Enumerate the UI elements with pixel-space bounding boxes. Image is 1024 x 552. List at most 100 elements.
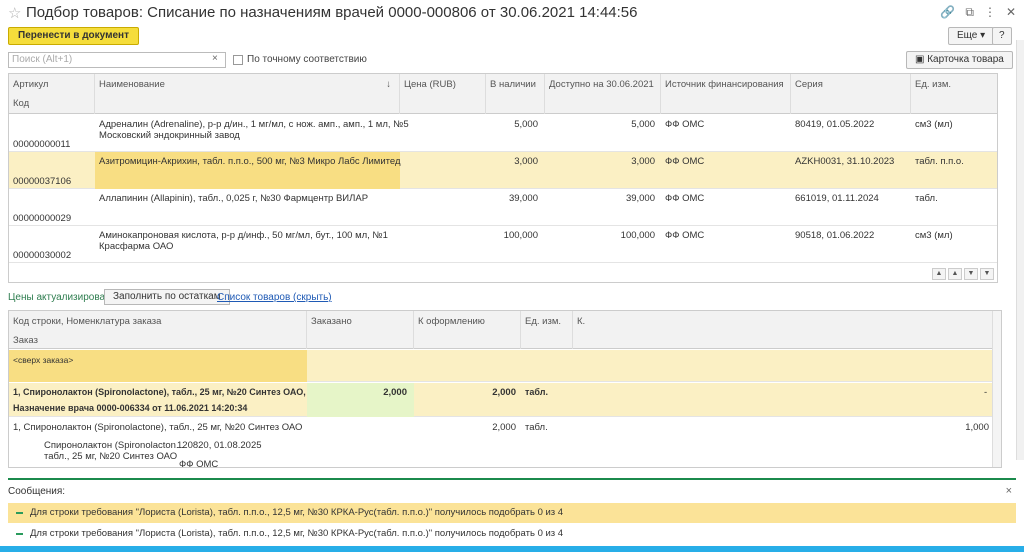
col-unit[interactable]: Ед. изм. [911, 74, 997, 114]
transfer-button[interactable]: Перенести в документ [8, 27, 139, 45]
group-unit: табл. [525, 387, 548, 397]
products-table-header: Артикул Код Наименование ↓ Цена (RUB) В на… [9, 74, 997, 114]
table-row[interactable]: Аллапинин (Allapinin), табл., 0,025 г, №… [9, 189, 997, 226]
row-stock: 3,000 [514, 156, 538, 167]
group-toform: 2,000 [492, 387, 516, 398]
row-unit: см3 (мл) [915, 119, 953, 130]
col-finance[interactable]: Источник финансирования [661, 74, 791, 114]
group-name: 1, Спиронолактон (Spironolactone), табл.… [13, 387, 341, 397]
messages-close-icon[interactable]: × [1006, 485, 1012, 497]
toolbar: Перенести в документ Еще ▾ ? [0, 26, 1024, 48]
clear-search-icon[interactable]: × [212, 53, 218, 64]
order-group-row[interactable]: 1, Спиронолактон (Spironolactone), табл.… [9, 383, 994, 417]
row-unit: табл. [915, 193, 938, 204]
row-stock: 39,000 [508, 193, 538, 204]
col-name[interactable]: Наименование ↓ [95, 74, 400, 114]
detail-series: 120820, 01.08.2025 [177, 440, 262, 451]
fill-by-stock-button[interactable]: Заполнить по остаткам [104, 289, 230, 305]
order-table-scrollbar[interactable] [992, 311, 1001, 467]
favorite-star-icon[interactable]: ☆ [8, 4, 21, 22]
row-finance: ФФ ОМС [665, 119, 705, 130]
card-icon: ▣ [915, 54, 925, 65]
row-code: 00000000029 [13, 213, 72, 224]
link-icon[interactable]: 🔗 [940, 5, 955, 20]
detail-finance: ФФ ОМС [179, 459, 219, 468]
group-ordered: 2,000 [383, 387, 407, 398]
window-title: Подбор товаров: Списание по назначениям … [26, 4, 638, 21]
message-item[interactable]: Для строки требования "Лориста (Lorista)… [8, 524, 1016, 544]
message-item[interactable]: Для строки требования "Лориста (Lorista)… [8, 503, 1016, 523]
col-available[interactable]: Доступно на 30.06.2021 [545, 74, 661, 114]
detail-unit: табл. [525, 422, 548, 433]
scroll-bottom-icon[interactable]: ▼ [980, 268, 994, 280]
col-line[interactable]: Код строки, Номенклатура заказа Заказ [9, 311, 307, 349]
table-row[interactable]: Аминокапроновая кислота, р-р д/инф., 50 … [9, 226, 997, 263]
row-maker: Московский эндокринный завод [99, 130, 240, 141]
toggle-list-link[interactable]: Список товаров (скрыть) [217, 292, 332, 303]
detail-k: 1,000 [965, 422, 989, 433]
col-price[interactable]: Цена (RUB) [400, 74, 486, 114]
row-code: 00000000011 [13, 139, 71, 150]
close-icon[interactable]: ✕ [1006, 5, 1016, 20]
row-code: 00000030002 [13, 250, 72, 261]
row-available: 100,000 [620, 230, 655, 241]
table-row-selected[interactable]: Азитромицин-Акрихин, табл. п.п.о., 500 м… [9, 152, 997, 189]
row-name: Азитромицин-Акрихин, табл. п.п.о., 500 м… [99, 156, 401, 167]
col-ordered[interactable]: Заказано [307, 311, 414, 349]
product-card-button[interactable]: ▣ Карточка товара [906, 51, 1013, 69]
table-row[interactable]: Адреналин (Adrenaline), р-р д/ин., 1 мг/… [9, 115, 997, 152]
row-series: 80419, 01.05.2022 [795, 119, 875, 130]
title-bar: ☆ Подбор товаров: Списание по назначения… [0, 0, 1024, 26]
row-finance: ФФ ОМС [665, 193, 705, 204]
help-button[interactable]: ? [992, 27, 1012, 45]
row-available: 39,000 [625, 193, 655, 204]
row-code: 00000037106 [13, 176, 72, 187]
scroll-up-icon[interactable]: ▲ [948, 268, 962, 280]
over-order-row[interactable]: <сверх заказа> [9, 350, 994, 382]
scroll-top-icon[interactable]: ▲ [932, 268, 946, 280]
exact-match-label: По точному соответствию [247, 54, 367, 65]
row-name: Адреналин (Adrenaline), р-р д/ин., 1 мг/… [99, 119, 409, 130]
row-series: AZKH0031, 31.10.2023 [795, 156, 895, 167]
over-order-label: <сверх заказа> [13, 355, 74, 365]
messages-title: Сообщения: [8, 486, 66, 497]
row-name: Аминокапроновая кислота, р-р д/инф., 50 … [99, 230, 388, 241]
row-available: 3,000 [631, 156, 655, 167]
col-article[interactable]: Артикул Код [9, 74, 95, 114]
col-order: Заказ [13, 335, 38, 346]
group-document: Назначение врача 0000-006334 от 11.06.20… [13, 403, 248, 413]
sort-icon: ↓ [386, 79, 391, 90]
messages-divider [8, 478, 1016, 480]
row-finance: ФФ ОМС [665, 156, 705, 167]
col-series[interactable]: Серия [791, 74, 911, 114]
more-button[interactable]: Еще ▾ [948, 27, 995, 45]
order-table-header: Код строки, Номенклатура заказа Заказ Зак… [9, 311, 1001, 349]
scroll-down-icon[interactable]: ▼ [964, 268, 978, 280]
side-panel-scrollbar[interactable] [1016, 40, 1024, 460]
col-unit[interactable]: Ед. изм. [521, 311, 573, 349]
row-name: Аллапинин (Allapinin), табл., 0,025 г, №… [99, 193, 369, 204]
row-stock: 100,000 [503, 230, 538, 241]
row-available: 5,000 [631, 119, 655, 130]
exact-match-checkbox[interactable] [233, 55, 243, 65]
order-detail-row[interactable]: 1, Спиронолактон (Spironolactone), табл.… [9, 418, 994, 468]
row-series: 661019, 01.11.2024 [795, 193, 879, 204]
search-input[interactable]: Поиск (Alt+1) [8, 52, 226, 68]
products-table: Артикул Код Наименование ↓ Цена (RUB) В на… [8, 73, 998, 283]
detail-name: 1, Спиронолактон (Spironolactone), табл.… [13, 422, 303, 433]
col-k[interactable]: К. [573, 311, 993, 349]
row-unit: см3 (мл) [915, 230, 953, 241]
taskbar [0, 546, 1024, 552]
col-stock[interactable]: В наличии [486, 74, 545, 114]
row-finance: ФФ ОМС [665, 230, 705, 241]
col-toform[interactable]: К оформлению [414, 311, 521, 349]
row-stock: 5,000 [514, 119, 538, 130]
group-k: - [984, 387, 988, 398]
menu-icon[interactable]: ⋮ [984, 5, 996, 20]
detail-toform: 2,000 [492, 422, 516, 433]
grid-nav-buttons: ▲ ▲ ▼ ▼ [932, 268, 994, 280]
maximize-icon[interactable]: ⧉ [965, 5, 974, 20]
row-maker: Красфарма ОАО [99, 241, 174, 252]
row-unit: табл. п.п.о. [915, 156, 964, 167]
detail-sub-name: Спиронолактон (Spironolacton... [44, 440, 184, 451]
